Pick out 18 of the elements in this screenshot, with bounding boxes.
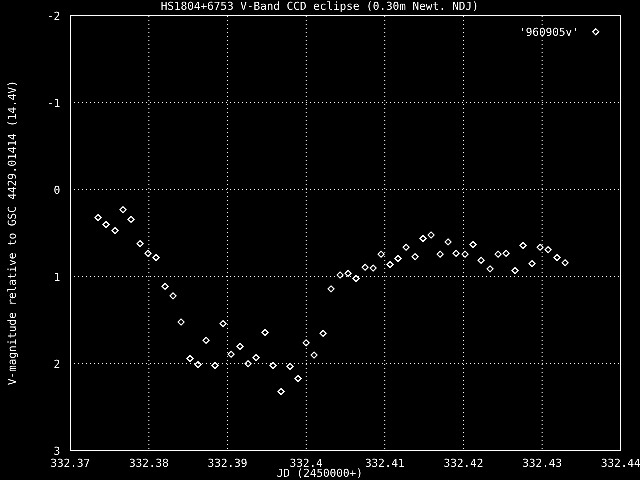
- tick-label: 3: [54, 445, 60, 458]
- axis-label: V-magnitude relative to GSC 4429.01414 (14.4V): [6, 80, 19, 386]
- tick-label: 1: [54, 271, 60, 284]
- tick-label: -1: [47, 97, 60, 110]
- tick-label: 332.4: [290, 457, 323, 470]
- legend-label: '960905v': [519, 26, 579, 39]
- tick-label: 332.41: [365, 457, 405, 470]
- tick-label: 0: [54, 184, 60, 197]
- tick-label: 332.42: [444, 457, 484, 470]
- chart-title: HS1804+6753 V-Band CCD eclipse (0.30m Newt. NDJ): [161, 0, 479, 13]
- tick-label: 332.37: [50, 457, 90, 470]
- tick-label: 2: [54, 358, 60, 371]
- tick-label: 332.43: [522, 457, 562, 470]
- tick-label: 332.44: [601, 457, 640, 470]
- tick-label: 332.38: [129, 457, 170, 470]
- axis-label: JD (2450000+): [276, 467, 364, 480]
- tick-label: 332.39: [208, 457, 248, 470]
- tick-label: -2: [47, 10, 60, 23]
